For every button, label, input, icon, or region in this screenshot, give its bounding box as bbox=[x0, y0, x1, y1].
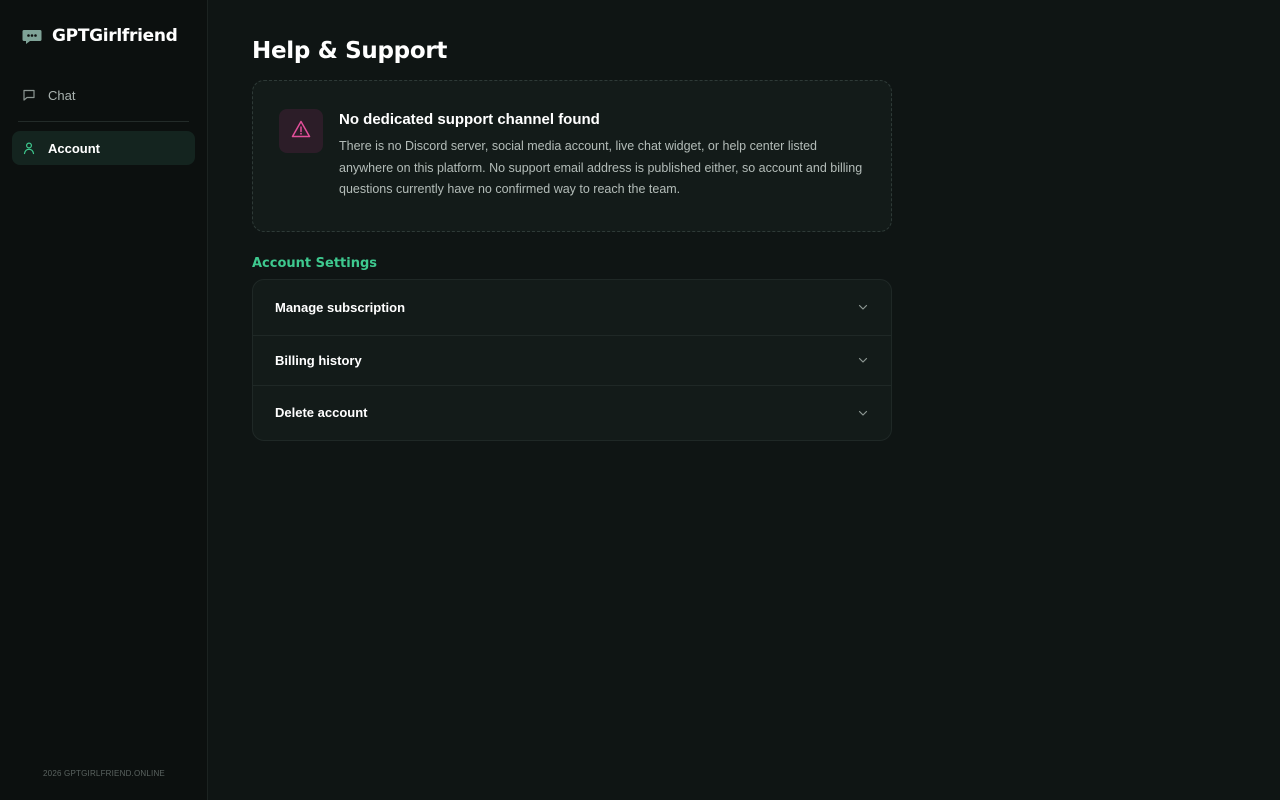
sidebar-item-label: Account bbox=[48, 140, 100, 156]
alert-body: No dedicated support channel found There… bbox=[339, 109, 865, 201]
delete-account-item[interactable]: Delete account bbox=[253, 384, 891, 440]
brand-name: GPTGirlfriend bbox=[52, 26, 178, 46]
accordion-item-label: Billing history bbox=[275, 352, 362, 368]
page-title: Help & Support bbox=[252, 38, 448, 64]
accordion-item-label: Manage subscription bbox=[275, 299, 406, 315]
account-settings-heading: Account Settings bbox=[252, 255, 378, 271]
alert-icon-wrap bbox=[279, 109, 323, 153]
brand[interactable]: GPTGirlfriend bbox=[12, 0, 195, 72]
accordion-item-label: Delete account bbox=[275, 405, 368, 420]
alert-title: No dedicated support channel found bbox=[339, 111, 600, 128]
sidebar-item-label: Chat bbox=[48, 87, 76, 103]
support-alert-card: No dedicated support channel found There… bbox=[252, 80, 892, 232]
sidebar-item-chat[interactable]: Chat bbox=[12, 78, 195, 112]
sidebar: GPTGirlfriend Chat Account 2026 GPTGIRLF… bbox=[0, 0, 208, 800]
sidebar-item-account[interactable]: Account bbox=[12, 131, 195, 165]
chevron-down-icon bbox=[857, 407, 869, 419]
billing-history-item[interactable]: Billing history bbox=[253, 334, 891, 385]
sidebar-footer: 2026 GPTGIRLFRIEND.ONLINE bbox=[43, 769, 165, 778]
app-root: GPTGirlfriend Chat Account 2026 GPTGIRLF… bbox=[0, 0, 1280, 800]
chevron-down-icon bbox=[857, 301, 869, 313]
warning-triangle-icon bbox=[291, 120, 311, 143]
user-icon bbox=[22, 141, 36, 155]
main-content: Help & Support No dedicated support chan… bbox=[208, 0, 1280, 800]
account-settings-accordion: Manage subscription Billing history Dele… bbox=[252, 278, 892, 441]
manage-subscription-item[interactable]: Manage subscription bbox=[253, 280, 891, 335]
alert-text: There is no Discord server, social media… bbox=[339, 139, 863, 196]
chevron-down-icon bbox=[857, 354, 869, 366]
chat-logo-icon bbox=[22, 26, 42, 46]
sidebar-divider bbox=[18, 121, 189, 122]
chat-bubble-icon bbox=[22, 88, 36, 102]
